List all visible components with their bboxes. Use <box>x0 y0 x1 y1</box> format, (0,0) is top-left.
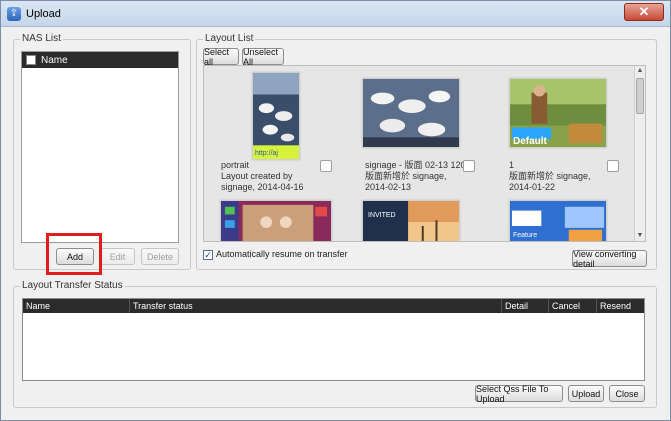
view-converting-detail-button[interactable]: View converting detail <box>572 249 647 269</box>
thumb-feature-text: Feature <box>513 232 538 239</box>
layout-grid[interactable]: http://aj Default portrait Layout create… <box>203 65 646 242</box>
window-close-button[interactable]: ✕ <box>624 3 664 21</box>
scroll-thumb[interactable] <box>636 78 644 114</box>
layout-thumbnail-event[interactable] <box>220 200 332 241</box>
layout-item-2-checkbox[interactable] <box>463 160 475 172</box>
layout-item-2-caption: signage - 版面 02-13 1200 版面新增於 signage, 2… <box>365 160 471 192</box>
scroll-up-icon[interactable]: ▲ <box>635 66 645 76</box>
layout-list-label: Layout List <box>203 33 256 44</box>
thumb-invited-text: INVITED <box>368 212 396 219</box>
scroll-down-icon[interactable]: ▼ <box>635 231 645 241</box>
layout-thumbnail-signage[interactable] <box>362 78 460 148</box>
layout-scrollbar[interactable]: ▲ ▼ <box>634 66 645 241</box>
unselect-all-button[interactable]: Unselect All <box>242 47 284 67</box>
col-name[interactable]: Name <box>23 299 129 313</box>
upload-window: ⇪ Upload ✕ NAS List Name Add Edit Delete… <box>0 0 671 421</box>
transfer-status-table[interactable]: Name Transfer status Detail Cancel Resen… <box>22 298 645 381</box>
layout-item-1-caption: portrait Layout created by signage, 2014… <box>221 160 304 192</box>
thumb-url-text: http://aj <box>255 150 278 157</box>
layout-item-1-checkbox[interactable] <box>320 160 332 172</box>
nas-select-all-checkbox[interactable] <box>26 55 36 65</box>
select-qss-file-button[interactable]: Select Qss File To Upload <box>475 384 563 404</box>
auto-resume-label: Automatically resume on transfer <box>216 249 348 259</box>
layout-item-3-caption: 1 版面新增於 signage, 2014-01-22 <box>509 160 591 192</box>
close-button[interactable]: Close <box>609 385 645 402</box>
layout-item-3-checkbox[interactable] <box>607 160 619 172</box>
layout-thumbnail-portrait[interactable] <box>252 72 300 160</box>
app-icon: ⇪ <box>7 7 21 21</box>
transfer-table-header: Name Transfer status Detail Cancel Resen… <box>23 299 644 313</box>
thumb-default-text: Default <box>513 136 547 147</box>
layout-thumbnail-invited[interactable] <box>362 200 460 241</box>
nas-list[interactable]: Name <box>21 51 179 243</box>
col-resend[interactable]: Resend <box>596 299 646 313</box>
col-transfer-status[interactable]: Transfer status <box>129 299 501 313</box>
col-detail[interactable]: Detail <box>501 299 548 313</box>
auto-resume-checkbox[interactable]: ✓ <box>203 250 213 260</box>
window-title: Upload <box>26 8 61 20</box>
upload-button[interactable]: Upload <box>568 385 604 402</box>
nas-list-header: Name <box>22 52 178 68</box>
nas-name-column[interactable]: Name <box>41 55 68 66</box>
select-all-button[interactable]: Select all <box>203 47 239 67</box>
edit-button[interactable]: Edit <box>100 248 135 265</box>
title-bar: ⇪ Upload ✕ <box>1 1 670 27</box>
delete-button[interactable]: Delete <box>141 248 179 265</box>
nas-list-label: NAS List <box>20 33 63 44</box>
col-cancel[interactable]: Cancel <box>548 299 596 313</box>
transfer-status-label: Layout Transfer Status <box>20 280 125 291</box>
highlight-box <box>46 233 102 275</box>
